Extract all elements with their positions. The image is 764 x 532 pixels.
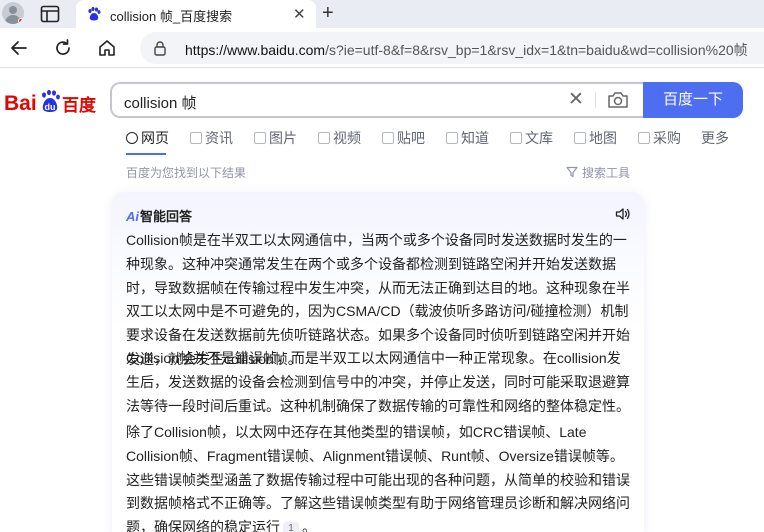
- refresh-icon[interactable]: [53, 38, 73, 58]
- filter-icon: [566, 166, 578, 178]
- tab-webpage[interactable]: 网页: [126, 128, 169, 148]
- speaker-icon[interactable]: [615, 207, 631, 221]
- tab-images[interactable]: 图片: [254, 128, 297, 148]
- baidu-logo[interactable]: Bai du 百度: [4, 88, 100, 118]
- active-tab-indicator: [126, 153, 166, 155]
- news-icon: [190, 132, 202, 144]
- ai-answer-title: Ai智能回答: [126, 209, 193, 224]
- browser-tab-active[interactable]: collision 帧_百度搜索 ✕: [76, 0, 316, 28]
- tab-purchase[interactable]: 采购: [638, 128, 681, 148]
- clear-search-icon[interactable]: ✕: [568, 90, 584, 110]
- workspaces-icon[interactable]: [40, 5, 60, 23]
- search-button[interactable]: 百度一下: [643, 82, 743, 118]
- browser-toolbar: https://www.baidu.com/s?ie=utf-8&f=8&rsv…: [0, 28, 764, 68]
- ai-badge: Ai: [126, 209, 139, 224]
- tab-title: collision 帧_百度搜索: [110, 9, 233, 24]
- result-count-note: 百度为您找到以下结果: [126, 166, 247, 180]
- document-icon: [510, 132, 522, 144]
- tab-zhidao[interactable]: 知道: [446, 128, 489, 148]
- address-url: https://www.baidu.com/s?ie=utf-8&f=8&rsv…: [185, 40, 748, 60]
- svg-text:百度: 百度: [62, 95, 97, 116]
- browser-tab-bar: collision 帧_百度搜索 ✕ +: [0, 0, 764, 28]
- citation-badge[interactable]: 1: [283, 522, 299, 532]
- video-icon: [318, 132, 330, 144]
- tab-wenku[interactable]: 文库: [510, 128, 553, 148]
- back-arrow-icon[interactable]: [9, 38, 29, 58]
- search-tools-button[interactable]: 搜索工具: [566, 164, 630, 181]
- svg-text:du: du: [45, 102, 56, 112]
- image-icon: [254, 132, 266, 144]
- svg-text:Bai: Bai: [4, 92, 37, 115]
- answer-paragraph: 除了Collision帧，以太网中还存在其他类型的错误帧，如CRC错误帧、Lat…: [126, 421, 634, 532]
- divider: [595, 92, 596, 108]
- home-icon[interactable]: [97, 38, 117, 58]
- url-host: https://www.baidu.com: [185, 42, 326, 58]
- tab-map[interactable]: 地图: [574, 128, 617, 148]
- tab-video[interactable]: 视频: [318, 128, 361, 148]
- address-bar[interactable]: https://www.baidu.com/s?ie=utf-8&f=8&rsv…: [140, 32, 764, 64]
- tab-tieba[interactable]: 贴吧: [382, 128, 425, 148]
- baidu-paw-icon: [88, 7, 101, 21]
- tab-close-icon[interactable]: ✕: [293, 5, 306, 23]
- purchase-icon: [638, 132, 650, 144]
- map-icon: [574, 132, 586, 144]
- profile-avatar-icon[interactable]: [2, 2, 24, 24]
- tab-news[interactable]: 资讯: [190, 128, 233, 148]
- search-icon: [126, 132, 138, 144]
- tieba-icon: [382, 132, 394, 144]
- answer-paragraph: Collision帧并不是错误帧，而是半双工以太网通信中一种正常现象。在coll…: [126, 350, 630, 414]
- tab-more[interactable]: 更多: [701, 128, 729, 148]
- new-tab-button[interactable]: +: [322, 3, 334, 23]
- lock-icon[interactable]: [152, 40, 168, 56]
- question-icon: [446, 132, 458, 144]
- camera-icon[interactable]: [607, 90, 629, 110]
- search-input[interactable]: collision 帧: [110, 82, 646, 118]
- search-query: collision 帧: [124, 95, 197, 112]
- url-path: /s?ie=utf-8&f=8&rsv_bp=1&rsv_idx=1&tn=ba…: [325, 42, 748, 58]
